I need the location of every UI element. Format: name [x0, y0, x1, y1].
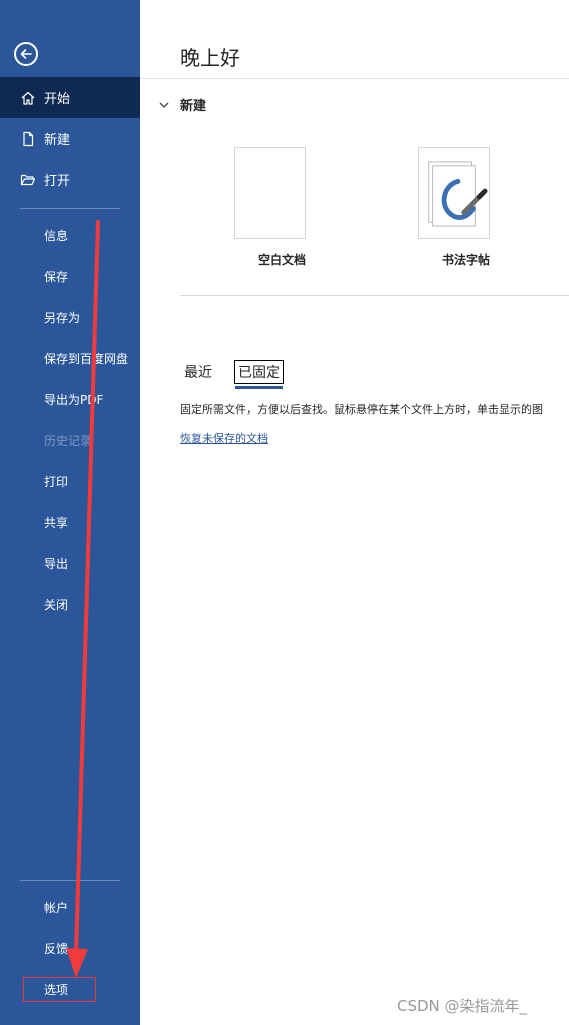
new-section-title: 新建 [180, 99, 207, 114]
sidebar-item-share[interactable]: 共享 [0, 502, 140, 543]
calligraphy-thumbnail [418, 147, 490, 239]
pinned-description: 固定所需文件，方便以后查找。鼠标悬停在某个文件上方时，单击显示的图 [180, 403, 543, 416]
sidebar-item-close[interactable]: 关闭 [0, 584, 140, 625]
tab-recent[interactable]: 最近 [180, 360, 216, 384]
backstage-sidebar: 开始 新建 打开 信息 保存 另存为 保存到百度网盘 导出为PDF 历史记录 打… [0, 0, 140, 1025]
tab-pinned[interactable]: 已固定 [234, 360, 284, 389]
template-label: 书法字帖 [441, 253, 490, 267]
sidebar-item-save-to-baidu[interactable]: 保存到百度网盘 [0, 338, 140, 379]
sidebar-item-save[interactable]: 保存 [0, 256, 140, 297]
sidebar-item-save-as[interactable]: 另存为 [0, 297, 140, 338]
sidebar-item-label: 开始 [44, 92, 71, 107]
blank-document-thumbnail [234, 147, 306, 239]
sidebar-divider-bottom [20, 880, 120, 881]
sidebar-top-nav: 开始 新建 打开 [0, 77, 140, 200]
new-section-header[interactable]: 新建 [158, 95, 206, 114]
options-highlight-box [23, 977, 96, 1002]
sidebar-item-label: 新建 [44, 133, 71, 148]
calligraphy-brush-icon [428, 161, 488, 227]
open-folder-icon [20, 172, 36, 188]
home-icon [20, 90, 36, 106]
sidebar-item-info[interactable]: 信息 [0, 215, 140, 256]
sidebar-item-export[interactable]: 导出 [0, 543, 140, 584]
chevron-down-icon [159, 102, 169, 108]
sidebar-sub-nav: 信息 保存 另存为 保存到百度网盘 导出为PDF 历史记录 打印 共享 导出 关… [0, 215, 140, 625]
recover-unsaved-link[interactable]: 恢复未保存的文档 [180, 430, 268, 446]
sidebar-item-open[interactable]: 打开 [0, 159, 140, 200]
sidebar-item-history: 历史记录 [44, 434, 93, 448]
watermark: CSDN @染指流年_ [397, 997, 528, 1015]
sidebar-divider [20, 208, 120, 209]
main-panel: 晚上好 新建 空白文档 书法字帖 最近 已固定 固定所需文件，方便以后查找。鼠标… [140, 0, 569, 1025]
template-label: 空白文档 [257, 253, 306, 267]
back-arrow-icon[interactable] [14, 42, 38, 66]
template-blank-document[interactable]: 空白文档 [234, 147, 306, 268]
template-calligraphy[interactable]: 书法字帖 [418, 147, 490, 268]
sidebar-item-label: 打开 [44, 174, 71, 189]
sidebar-item-feedback[interactable]: 反馈 [0, 928, 140, 969]
sidebar-item-home[interactable]: 开始 [0, 77, 140, 118]
page-title: 晚上好 [180, 46, 240, 70]
sidebar-item-new[interactable]: 新建 [0, 118, 140, 159]
section-divider [180, 295, 569, 296]
sidebar-item-account[interactable]: 帐户 [0, 887, 140, 928]
files-tabs: 最近 已固定 [180, 360, 302, 389]
new-document-icon [20, 131, 36, 147]
sidebar-item-export-pdf[interactable]: 导出为PDF [0, 379, 140, 420]
header-divider [140, 78, 569, 79]
sidebar-item-print[interactable]: 打印 [0, 461, 140, 502]
